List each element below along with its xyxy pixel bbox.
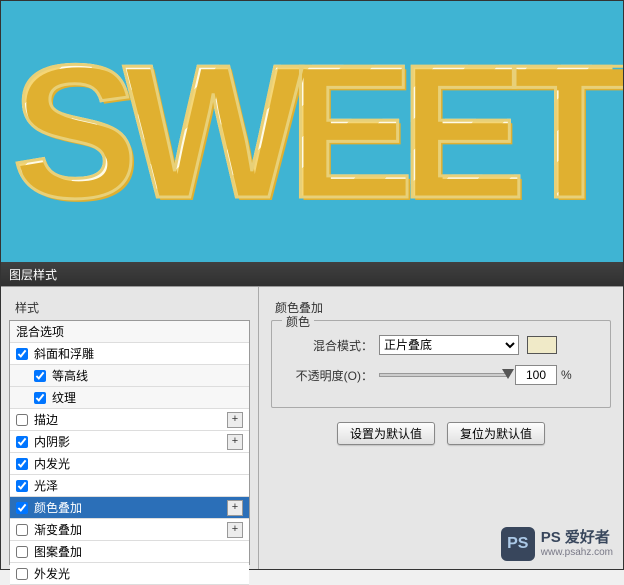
color-fieldset: 颜色 混合模式： 正片叠底 不透明度(O)： % — [271, 320, 611, 408]
style-label: 斜面和浮雕 — [34, 345, 243, 362]
watermark-line1: PS 爱好者 — [541, 529, 613, 547]
style-checkbox[interactable] — [34, 392, 46, 404]
preview-text: SWEET — [12, 23, 613, 241]
plus-icon[interactable]: + — [227, 412, 243, 428]
opacity-unit: % — [561, 368, 572, 382]
blend-options-row[interactable]: 混合选项 — [10, 321, 249, 343]
style-row[interactable]: 图案叠加 — [10, 541, 249, 563]
style-label: 纹理 — [52, 389, 243, 406]
opacity-input[interactable] — [515, 365, 557, 385]
dialog-title: 图层样式 — [9, 268, 57, 282]
style-row[interactable]: 光泽 — [10, 475, 249, 497]
styles-list: 混合选项 斜面和浮雕等高线纹理描边+内阴影+内发光光泽颜色叠加+渐变叠加+图案叠… — [9, 320, 250, 565]
preview-canvas: SWEET — [1, 1, 623, 262]
style-checkbox[interactable] — [16, 458, 28, 470]
watermark: PS PS 爱好者 www.psahz.com — [501, 527, 613, 561]
style-checkbox[interactable] — [16, 436, 28, 448]
watermark-line2: www.psahz.com — [541, 547, 613, 559]
style-label: 图案叠加 — [34, 543, 243, 560]
style-row[interactable]: 外发光 — [10, 563, 249, 585]
style-checkbox[interactable] — [16, 568, 28, 580]
style-checkbox[interactable] — [16, 480, 28, 492]
blend-options-label: 混合选项 — [16, 323, 243, 340]
blend-mode-select[interactable]: 正片叠底 — [379, 335, 519, 355]
plus-icon[interactable]: + — [227, 434, 243, 450]
style-checkbox[interactable] — [34, 370, 46, 382]
style-checkbox[interactable] — [16, 546, 28, 558]
style-checkbox[interactable] — [16, 414, 28, 426]
style-label: 光泽 — [34, 477, 243, 494]
style-row[interactable]: 描边+ — [10, 409, 249, 431]
style-label: 描边 — [34, 411, 227, 428]
style-label: 等高线 — [52, 367, 243, 384]
reset-default-button[interactable]: 复位为默认值 — [447, 422, 545, 445]
style-label: 渐变叠加 — [34, 521, 227, 538]
style-row[interactable]: 斜面和浮雕 — [10, 343, 249, 365]
style-checkbox[interactable] — [16, 524, 28, 536]
style-row[interactable]: 颜色叠加+ — [10, 497, 249, 519]
style-row[interactable]: 内发光 — [10, 453, 249, 475]
style-label: 颜色叠加 — [34, 499, 227, 516]
default-buttons: 设置为默认值 复位为默认值 — [271, 422, 611, 445]
slider-thumb-icon[interactable] — [502, 369, 514, 379]
style-row[interactable]: 内阴影+ — [10, 431, 249, 453]
style-row[interactable]: 等高线 — [10, 365, 249, 387]
color-swatch[interactable] — [527, 336, 557, 354]
style-row[interactable]: 渐变叠加+ — [10, 519, 249, 541]
plus-icon[interactable]: + — [227, 522, 243, 538]
style-label: 内发光 — [34, 455, 243, 472]
style-row[interactable]: 纹理 — [10, 387, 249, 409]
opacity-label: 不透明度(O)： — [284, 367, 379, 384]
set-default-button[interactable]: 设置为默认值 — [337, 422, 435, 445]
fieldset-legend: 颜色 — [282, 313, 314, 330]
opacity-row: 不透明度(O)： % — [284, 365, 598, 385]
style-label: 外发光 — [34, 565, 243, 582]
styles-panel: 样式 混合选项 斜面和浮雕等高线纹理描边+内阴影+内发光光泽颜色叠加+渐变叠加+… — [1, 287, 259, 569]
style-checkbox[interactable] — [16, 502, 28, 514]
styles-header: 样式 — [9, 295, 250, 320]
blend-mode-label: 混合模式： — [284, 337, 379, 354]
blend-mode-row: 混合模式： 正片叠底 — [284, 335, 598, 355]
style-label: 内阴影 — [34, 433, 227, 450]
plus-icon[interactable]: + — [227, 500, 243, 516]
style-checkbox[interactable] — [16, 348, 28, 360]
watermark-text: PS 爱好者 www.psahz.com — [541, 529, 613, 559]
opacity-slider[interactable] — [379, 373, 509, 377]
watermark-logo: PS — [501, 527, 535, 561]
options-title: 颜色叠加 — [271, 299, 611, 316]
dialog-title-bar: 图层样式 — [1, 262, 623, 286]
